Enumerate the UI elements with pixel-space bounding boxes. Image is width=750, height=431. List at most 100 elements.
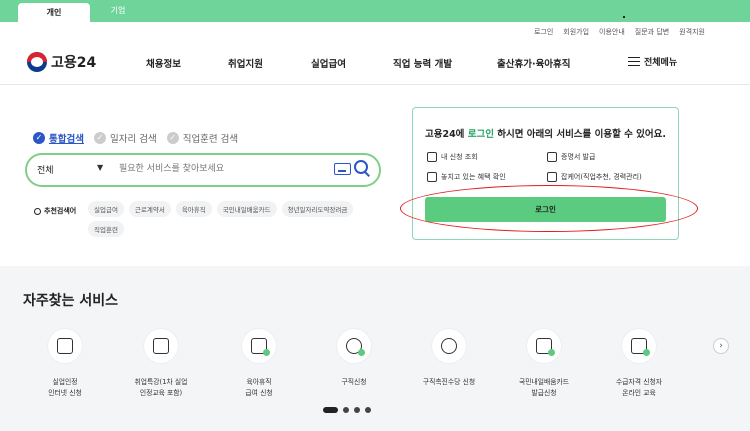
glyph <box>57 338 73 354</box>
feature-label: 잡케어(직업추천, 경력관리) <box>561 173 642 181</box>
tab-job-search[interactable]: ✓ 일자리 검색 <box>93 131 157 145</box>
list-icon <box>427 152 437 162</box>
jobcare-icon <box>547 172 557 182</box>
pagination-dot-active[interactable] <box>323 407 338 413</box>
feature-label: 놓치고 있는 혜택 확인 <box>441 173 506 181</box>
certificate-icon <box>547 152 557 162</box>
service-label: 구직신청 <box>341 378 367 386</box>
benefit-search-icon <box>427 172 437 182</box>
feature-my-applications: 내 신청 조회 <box>427 152 478 162</box>
service-unemployment-recognition[interactable]: 실업인정 인터넷 신청 <box>15 329 115 399</box>
keyword-chip[interactable]: 근로계약서 <box>128 201 171 217</box>
service-job-application[interactable]: 구직신청 <box>304 329 404 388</box>
pagination-dot[interactable] <box>343 407 349 413</box>
check-circle-icon: ✓ <box>166 132 179 144</box>
nav-maternity-parental-leave[interactable]: 출산휴가·육아휴직 <box>497 56 571 70</box>
main-header: 고용24 채용정보 취업지원 실업급여 직업 능력 개발 출산휴가·육아휴직 전… <box>0 44 750 82</box>
monitor-play-icon <box>622 329 656 363</box>
glyph <box>441 338 457 354</box>
pagination-dot[interactable] <box>354 407 360 413</box>
recommended-keyword-chips: 실업급여 근로계약서 육아휴직 국민내일배움카드 청년일자리도약장려금 직업훈련 <box>88 201 388 237</box>
search-bar: 전체 ▼ <box>25 153 381 187</box>
glyph <box>153 338 169 354</box>
annotation-ellipse-login <box>400 185 698 232</box>
login-link[interactable]: 로그인 <box>534 27 553 37</box>
hamburger-icon <box>628 57 640 66</box>
guide-link[interactable]: 이용안내 <box>599 27 625 37</box>
badge <box>643 349 650 356</box>
nav-employment-support[interactable]: 취업지원 <box>228 56 263 70</box>
tab-label: 일자리 검색 <box>109 134 157 145</box>
service-label: 구직촉진수당 신청 <box>422 378 476 386</box>
search-icon[interactable] <box>354 160 370 178</box>
tab-label: 통합검색 <box>49 134 84 145</box>
feature-missed-benefits: 놓치고 있는 혜택 확인 <box>427 172 506 182</box>
keyword-chip[interactable]: 실업급여 <box>88 201 124 217</box>
frequent-services-title: 자주찾는 서비스 <box>23 293 119 309</box>
header-divider <box>0 84 750 85</box>
search-input[interactable] <box>119 160 329 178</box>
keyboard-icon[interactable] <box>334 163 351 175</box>
tab-personal[interactable]: 개인 <box>18 3 90 22</box>
title-part: 고용24에 <box>424 129 468 140</box>
service-label: 취업특강(1차 실업 인정교육 포함) <box>134 378 188 397</box>
card-icon <box>527 329 561 363</box>
remote-support-link[interactable]: 원격지원 <box>679 27 705 37</box>
keyword-chip[interactable]: 청년일자리도약장려금 <box>281 201 354 217</box>
recommended-keywords-label: 추천검색어 <box>34 206 76 216</box>
feature-label: 내 신청 조회 <box>441 153 478 161</box>
all-menu-button[interactable]: 전체메뉴 <box>628 55 677 68</box>
service-job-promotion-allowance[interactable]: 구직촉진수당 신청 <box>399 329 499 388</box>
search-category-select[interactable]: 전체 <box>37 163 54 176</box>
logo-text: 고용24 <box>51 55 97 71</box>
all-menu-label: 전체메뉴 <box>644 58 678 68</box>
tab-integrated-search[interactable]: ✓ 통합검색 <box>33 131 84 145</box>
badge <box>263 349 270 356</box>
login-card-title: 고용24에 로그인 하시면 아래의 서비스를 이용할 수 있어요. <box>413 126 678 140</box>
carousel-next-button[interactable]: › <box>713 338 729 354</box>
service-online-education[interactable]: 수급자격 신청자 온라인 교육 <box>589 329 689 399</box>
search-tabs: ✓ 통합검색 ✓ 일자리 검색 ✓ 직업훈련 검색 <box>33 131 238 145</box>
baby-bottle-icon <box>242 329 276 363</box>
feature-label: 증명서 발급 <box>561 153 596 161</box>
keyword-chip[interactable]: 국민내일배움카드 <box>216 201 277 217</box>
title-highlight: 로그인 <box>467 129 494 140</box>
signup-link[interactable]: 회원가입 <box>563 27 589 37</box>
service-label: 실업인정 인터넷 신청 <box>48 378 82 397</box>
tab-label: 직업훈련 검색 <box>182 134 239 145</box>
service-label: 육아휴직 급여 신청 <box>245 378 273 397</box>
tab-training-search[interactable]: ✓ 직업훈련 검색 <box>166 131 239 145</box>
taegeuk-logo-icon <box>27 52 47 72</box>
top-bar: 개인 기업 <box>0 0 750 22</box>
check-circle-icon: ✓ <box>93 132 106 144</box>
utility-links: 로그인 회원가입 이용안내 질문과 답변 원격지원 <box>534 27 705 37</box>
cursor-dot <box>623 16 625 18</box>
feature-jobcare: 잡케어(직업추천, 경력관리) <box>547 172 642 182</box>
nav-job-info[interactable]: 채용정보 <box>146 56 181 70</box>
service-tomorrow-learning-card[interactable]: 국민내일배움카드 발급신청 <box>494 329 594 399</box>
carousel-pagination <box>323 407 371 413</box>
search-icon <box>34 207 41 215</box>
person-edit-icon <box>337 329 371 363</box>
caret-down-icon[interactable]: ▼ <box>97 163 103 172</box>
site-logo[interactable]: 고용24 <box>27 52 96 72</box>
qna-link[interactable]: 질문과 답변 <box>635 27 669 37</box>
recommend-label-text: 추천검색어 <box>44 207 77 215</box>
frequent-services-section: 자주찾는 서비스 실업인정 인터넷 신청 취업특강(1차 실업 인정교육 포함)… <box>0 266 750 431</box>
badge <box>358 349 365 356</box>
money-bag-icon <box>432 329 466 363</box>
document-chat-icon <box>48 329 82 363</box>
nav-vocational-training[interactable]: 직업 능력 개발 <box>393 56 452 70</box>
tab-business[interactable]: 기업 <box>82 0 154 22</box>
service-parental-leave-benefit[interactable]: 육아휴직 급여 신청 <box>209 329 309 399</box>
feature-certificate: 증명서 발급 <box>547 152 595 162</box>
pagination-dot[interactable] <box>365 407 371 413</box>
badge <box>548 349 555 356</box>
service-label: 국민내일배움카드 발급신청 <box>518 378 570 397</box>
keyword-chip[interactable]: 직업훈련 <box>88 221 124 237</box>
service-label: 수급자격 신청자 온라인 교육 <box>616 378 662 397</box>
check-circle-icon: ✓ <box>33 132 45 144</box>
service-employment-lecture[interactable]: 취업특강(1차 실업 인정교육 포함) <box>111 329 211 399</box>
keyword-chip[interactable]: 육아휴직 <box>175 201 212 217</box>
nav-unemployment-benefit[interactable]: 실업급여 <box>311 56 346 70</box>
